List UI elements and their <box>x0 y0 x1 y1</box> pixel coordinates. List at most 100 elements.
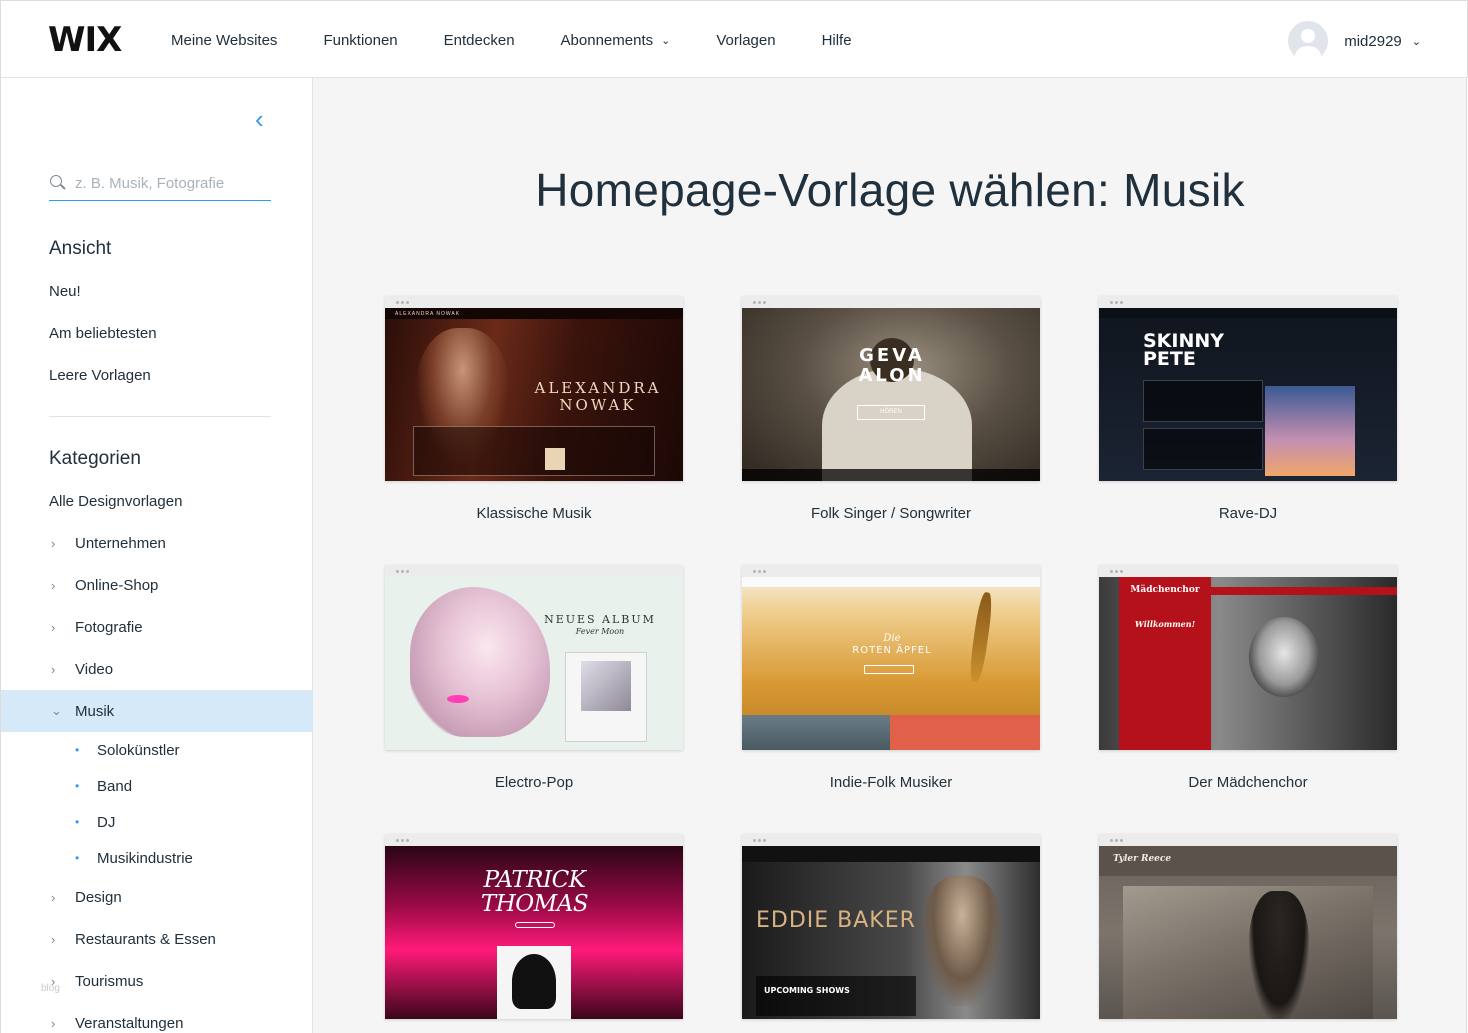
nav-label: Meine Websites <box>171 31 278 49</box>
preview-panel <box>756 976 916 1016</box>
browser-bar <box>742 565 1040 577</box>
preview-title: PATRICK THOMAS <box>480 867 589 917</box>
browser-bar <box>1099 565 1397 577</box>
nav-hilfe[interactable]: Hilfe <box>822 32 852 49</box>
template-card: Die ROTEN ÄPFEL Indie-Folk Musiker <box>742 565 1040 791</box>
nav-funktionen[interactable]: Funktionen <box>323 32 397 49</box>
nav-entdecken[interactable]: Entdecken <box>444 32 515 49</box>
template-label[interactable]: Rave-DJ <box>1099 505 1397 522</box>
subcategory-band[interactable]: • Band <box>1 768 313 804</box>
template-preview: SKINNY PETE <box>1099 308 1397 481</box>
template-thumbnail[interactable]: GEVA ALON HÖREN <box>742 296 1040 481</box>
all-templates-link[interactable]: Alle Designvorlagen <box>49 493 182 510</box>
browser-bar <box>742 296 1040 308</box>
template-card: Tyler Reece <box>1099 834 1397 1019</box>
view-link-blank[interactable]: Leere Vorlagen <box>49 367 151 384</box>
preview-title: ALEXANDRA NOWAK <box>534 379 662 414</box>
preview-nav <box>1099 308 1397 318</box>
template-label[interactable]: Electro-Pop <box>385 774 683 791</box>
preview-image <box>742 715 890 750</box>
bullet-icon: • <box>75 815 80 829</box>
template-thumbnail[interactable]: NEUES ALBUM Fever Moon <box>385 565 683 750</box>
template-preview: EDDIE BAKER UPCOMING SHOWS <box>742 846 1040 1019</box>
template-card: PATRICK THOMAS <box>385 834 683 1019</box>
template-label[interactable]: Klassische Musik <box>385 505 683 522</box>
template-card: EDDIE BAKER UPCOMING SHOWS <box>742 834 1040 1019</box>
preview-title: ROTEN ÄPFEL <box>852 645 932 656</box>
view-link-new[interactable]: Neu! <box>49 283 81 300</box>
category-label: Design <box>75 888 122 906</box>
template-thumbnail[interactable]: EDDIE BAKER UPCOMING SHOWS <box>742 834 1040 1019</box>
wix-logo[interactable]: WIX <box>48 21 122 59</box>
preview-image <box>410 587 550 737</box>
chevron-down-icon: ⌄ <box>51 703 62 718</box>
template-label[interactable]: Der Mädchenchor <box>1099 774 1397 791</box>
template-thumbnail[interactable]: Die ROTEN ÄPFEL <box>742 565 1040 750</box>
preview-title: NEUES ALBUM <box>544 613 656 626</box>
template-preview: Tyler Reece <box>1099 846 1397 1019</box>
category-unternehmen[interactable]: › Unternehmen <box>1 522 313 564</box>
preview-button <box>515 922 555 928</box>
category-design[interactable]: › Design <box>1 876 313 918</box>
preview-title: SKINNY PETE <box>1143 330 1225 370</box>
search-field[interactable] <box>49 166 271 201</box>
user-menu[interactable]: mid2929 ⌄ <box>1288 21 1421 61</box>
template-thumbnail[interactable]: ALEXANDRA NOWAK ALEXANDRA NOWAK <box>385 296 683 481</box>
preview-title: EDDIE BAKER <box>756 908 916 933</box>
category-veranstaltungen[interactable]: › Veranstaltungen <box>1 1002 313 1033</box>
preview-kicker: Die <box>883 633 901 644</box>
template-thumbnail[interactable]: Tyler Reece <box>1099 834 1397 1019</box>
preview-panel <box>413 426 655 476</box>
preview-panel <box>1119 577 1211 750</box>
view-section-title: Ansicht <box>49 238 112 259</box>
nav-vorlagen[interactable]: Vorlagen <box>716 32 775 49</box>
preview-button <box>864 665 914 674</box>
preview-nav <box>742 846 1040 862</box>
nav-abonnements[interactable]: Abonnements ⌄ <box>561 32 671 49</box>
view-link-popular[interactable]: Am beliebtesten <box>49 325 157 342</box>
preview-album <box>581 661 631 711</box>
category-tourismus[interactable]: › Tourismus <box>1 960 313 1002</box>
chevron-down-icon: ⌄ <box>1411 35 1421 48</box>
preview-subtitle: Willkommen! <box>1134 619 1196 629</box>
template-thumbnail[interactable]: PATRICK THOMAS <box>385 834 683 1019</box>
preview-image <box>1249 617 1319 697</box>
subcategory-dj[interactable]: • DJ <box>1 804 313 840</box>
chevron-right-icon: › <box>51 889 56 905</box>
preview-button: HÖREN <box>857 405 925 420</box>
search-input[interactable] <box>75 174 265 192</box>
browser-bar <box>385 296 683 308</box>
template-label[interactable]: Folk Singer / Songwriter <box>742 505 1040 522</box>
category-musik[interactable]: ⌄ Musik <box>1 690 313 732</box>
preview-image <box>1123 886 1373 1019</box>
page-title: Homepage-Vorlage wählen: Musik <box>535 164 1245 216</box>
collapse-sidebar-chevron-left-icon[interactable]: ‹ <box>255 104 275 134</box>
nav-label: Entdecken <box>443 31 515 49</box>
preview-image <box>447 695 469 703</box>
template-label[interactable]: Indie-Folk Musiker <box>742 774 1040 791</box>
chevron-right-icon: › <box>51 973 56 989</box>
template-card: SKINNY PETE Rave-DJ <box>1099 296 1397 522</box>
avatar <box>1288 21 1329 61</box>
preview-nav <box>1211 587 1397 595</box>
category-restaurants[interactable]: › Restaurants & Essen <box>1 918 313 960</box>
category-online-shop[interactable]: › Online-Shop <box>1 564 313 606</box>
preview-site-name: ALEXANDRA NOWAK <box>395 311 461 317</box>
chevron-right-icon: › <box>51 661 56 677</box>
preview-nav <box>742 577 1040 587</box>
template-thumbnail[interactable]: Mädchenchor Willkommen! <box>1099 565 1397 750</box>
top-navigation-bar: WIX Meine Websites Funktionen Entdecken … <box>0 0 1468 78</box>
nav-label: Vorlagen <box>716 31 776 49</box>
nav-label: Funktionen <box>323 31 398 49</box>
categories-section-title: Kategorien <box>49 448 141 469</box>
template-thumbnail[interactable]: SKINNY PETE <box>1099 296 1397 481</box>
subcategory-musikindustrie[interactable]: • Musikindustrie <box>1 840 313 876</box>
bullet-icon: • <box>75 779 80 793</box>
nav-meine-websites[interactable]: Meine Websites <box>171 32 277 49</box>
chevron-right-icon: › <box>51 1015 56 1031</box>
template-card: ALEXANDRA NOWAK ALEXANDRA NOWAK Klassisc… <box>385 296 683 522</box>
category-fotografie[interactable]: › Fotografie <box>1 606 313 648</box>
preview-image <box>1249 891 1309 1019</box>
category-video[interactable]: › Video <box>1 648 313 690</box>
subcategory-solokuenstler[interactable]: • Solokünstler <box>1 732 313 768</box>
